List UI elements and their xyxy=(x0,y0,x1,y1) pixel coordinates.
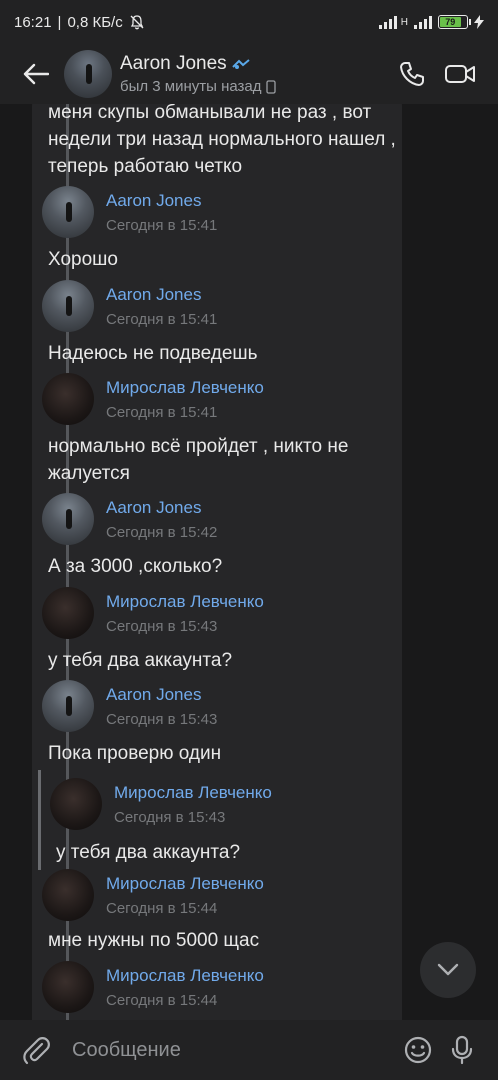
message-feed[interactable]: меня скупы обманывали не раз , вот недел… xyxy=(0,104,498,1020)
charging-icon xyxy=(474,15,484,29)
message-time: Сегодня в 15:42 xyxy=(106,523,218,541)
message-time: Сегодня в 15:41 xyxy=(106,216,218,234)
sender-avatar[interactable] xyxy=(42,280,94,332)
voice-message-button[interactable] xyxy=(440,1028,484,1072)
sender-name[interactable]: Aaron Jones xyxy=(106,685,217,705)
last-seen: был 3 минуты назад xyxy=(120,78,262,95)
sender-name: Мирослав Левченко xyxy=(114,782,272,802)
chat-avatar[interactable] xyxy=(64,50,112,98)
message-time: Сегодня в 15:43 xyxy=(106,710,218,728)
message-time: Сегодня в 15:43 xyxy=(114,808,226,826)
message-header: Aaron Jones Сегодня в 15:41 xyxy=(42,280,217,332)
sender-avatar[interactable] xyxy=(42,493,94,545)
mute-bell-icon xyxy=(130,15,144,30)
network-speed: 0,8 КБ/с xyxy=(67,13,123,31)
message-text: Хорошо xyxy=(48,249,118,270)
message-time: Сегодня в 15:44 xyxy=(106,899,218,917)
chat-title[interactable]: Aaron Jones был 3 минуты назад xyxy=(120,53,388,95)
sender-avatar[interactable] xyxy=(42,869,94,921)
sender-name[interactable]: Мирослав Левченко xyxy=(106,966,264,986)
sender-avatar[interactable] xyxy=(42,961,94,1013)
quoted-message-header: Мирослав Левченко Сегодня в 15:43 xyxy=(50,778,272,830)
sender-name[interactable]: Aaron Jones xyxy=(106,285,217,305)
message-time: Сегодня в 15:41 xyxy=(106,403,218,421)
sender-avatar[interactable] xyxy=(42,373,94,425)
message-time: Сегодня в 15:41 xyxy=(106,310,218,328)
sender-avatar[interactable] xyxy=(42,186,94,238)
sender-name[interactable]: Мирослав Левченко xyxy=(106,874,264,894)
message-header: Мирослав Левченко Сегодня в 15:41 xyxy=(42,373,264,425)
signal-icon xyxy=(378,15,397,29)
video-camera-icon xyxy=(445,65,475,83)
network-type: H xyxy=(400,16,408,28)
sender-avatar[interactable] xyxy=(42,680,94,732)
back-button[interactable] xyxy=(14,52,58,96)
phone-device-icon xyxy=(265,79,276,94)
message-text: Пока проверю один xyxy=(48,743,222,764)
clock: 16:21 xyxy=(14,13,52,31)
signal-icon-2 xyxy=(414,15,432,29)
attach-button[interactable] xyxy=(14,1028,58,1072)
sender-avatar xyxy=(50,778,102,830)
message-input[interactable] xyxy=(58,1038,396,1062)
message-text: Надеюсь не подведешь xyxy=(48,343,258,364)
scroll-down-button[interactable] xyxy=(420,942,476,998)
microphone-icon xyxy=(451,1035,473,1065)
status-bar: 16:21 | 0,8 КБ/с H 79 xyxy=(0,0,498,44)
battery-level: 79 xyxy=(440,17,461,27)
message-text: меня скупы обманывали не раз , вот недел… xyxy=(48,104,396,177)
sender-avatar[interactable] xyxy=(42,587,94,639)
sender-name[interactable]: Aaron Jones xyxy=(106,191,217,211)
message-header: Aaron Jones Сегодня в 15:43 xyxy=(42,680,217,732)
message-time: Сегодня в 15:44 xyxy=(106,991,218,1009)
phone-icon xyxy=(400,62,424,86)
badge-icon xyxy=(231,59,250,69)
message-header: Мирослав Левченко Сегодня в 15:44 xyxy=(42,961,264,1013)
quoted-message-text: у тебя два аккаунта? xyxy=(56,842,241,863)
message-text: нормально всё пройдет , никто не жалуетс… xyxy=(48,436,349,484)
call-button[interactable] xyxy=(388,50,436,98)
message-text: у тебя два аккаунта? xyxy=(48,650,233,671)
message-header: Мирослав Левченко Сегодня в 15:44 xyxy=(42,869,264,921)
arrow-left-icon xyxy=(23,63,49,85)
video-call-button[interactable] xyxy=(436,50,484,98)
message-header: Мирослав Левченко Сегодня в 15:43 xyxy=(42,587,264,639)
message-text: мне нужны по 5000 щас xyxy=(48,930,260,951)
chevron-down-icon xyxy=(437,963,459,976)
paperclip-icon xyxy=(23,1037,50,1065)
message-time: Сегодня в 15:43 xyxy=(106,617,218,635)
message-text: А за 3000 ,сколько? xyxy=(48,556,223,577)
sender-name[interactable]: Мирослав Левченко xyxy=(106,592,264,612)
smile-icon xyxy=(404,1036,432,1064)
message-input-bar xyxy=(0,1020,498,1080)
chat-header: Aaron Jones был 3 минуты назад xyxy=(0,44,498,104)
message-header: Aaron Jones Сегодня в 15:41 xyxy=(42,186,217,238)
battery-icon: 79 xyxy=(438,15,471,29)
sender-name[interactable]: Мирослав Левченко xyxy=(106,378,264,398)
emoji-button[interactable] xyxy=(396,1028,440,1072)
message-header: Aaron Jones Сегодня в 15:42 xyxy=(42,493,217,545)
chat-name: Aaron Jones xyxy=(120,53,227,74)
sender-name[interactable]: Aaron Jones xyxy=(106,498,217,518)
